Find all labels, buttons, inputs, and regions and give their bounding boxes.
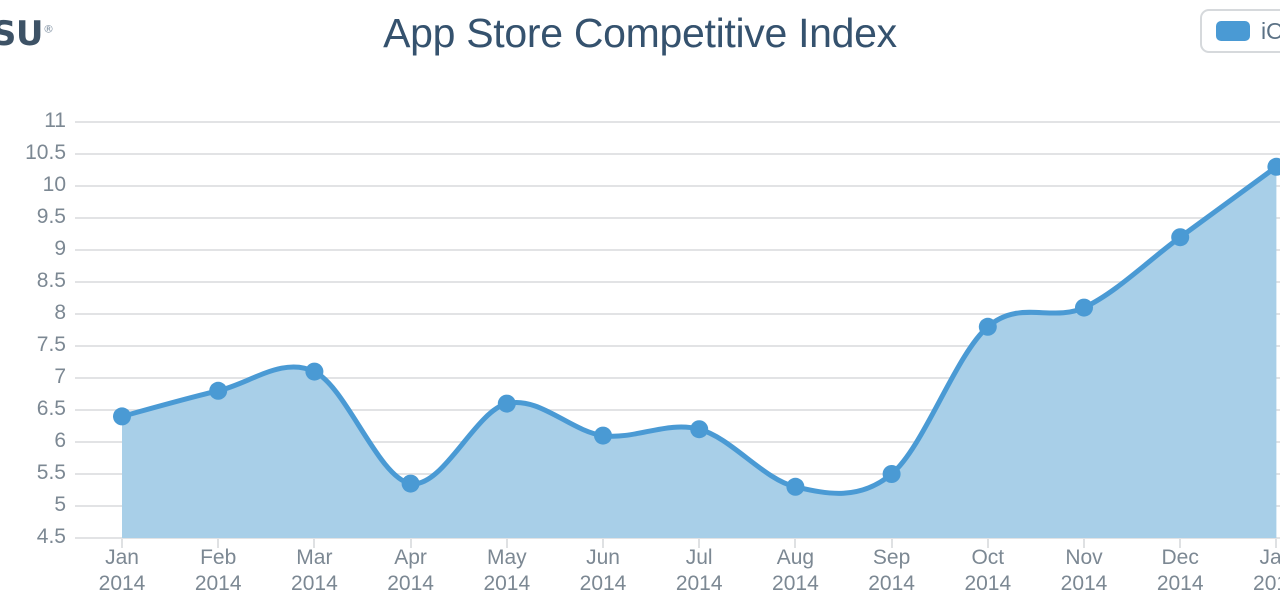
data-point[interactable] [401, 474, 420, 493]
chart-screenshot: KSU® App Store Competitive Index iOS 111… [0, 0, 1280, 605]
data-point[interactable] [497, 394, 516, 413]
data-point[interactable] [882, 465, 901, 483]
data-point[interactable] [978, 317, 997, 336]
data-point[interactable] [305, 362, 324, 381]
chart-plot [113, 157, 1280, 539]
plot-area: 11 10.5 10 9.5 9 8.5 8 7.5 7 6.5 6 5.5 5 4.5 Jan 2014 F… [0, 0, 1280, 605]
data-point[interactable] [1171, 228, 1190, 247]
data-point[interactable] [786, 477, 805, 496]
data-point[interactable] [690, 420, 709, 439]
data-point[interactable] [1075, 298, 1093, 317]
data-point[interactable] [113, 407, 131, 426]
area-fill [122, 166, 1277, 539]
data-point[interactable] [209, 381, 228, 400]
data-point[interactable] [594, 426, 612, 445]
